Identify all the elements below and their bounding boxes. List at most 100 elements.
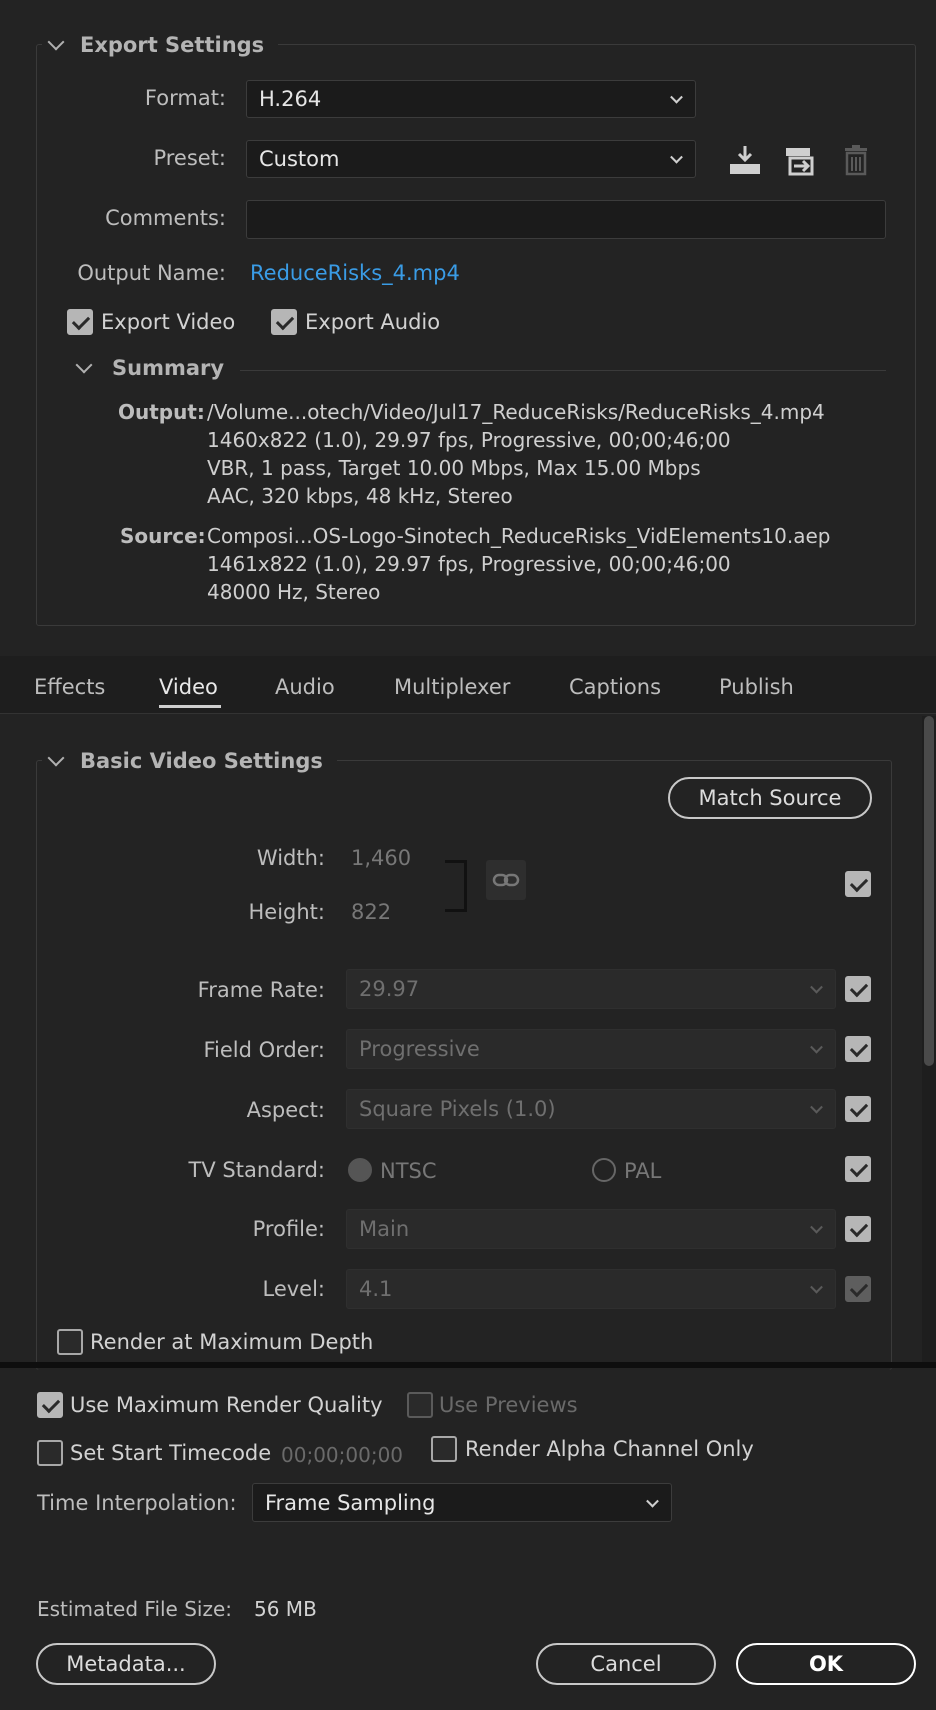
- delete-preset-icon[interactable]: [842, 144, 870, 176]
- summary-source-label: Source:: [120, 524, 206, 548]
- summary-output-line: 1460x822 (1.0), 29.97 fps, Progressive, …: [207, 428, 731, 452]
- tab-multiplexer[interactable]: Multiplexer: [394, 675, 510, 699]
- aspect-label: Aspect:: [246, 1098, 325, 1122]
- estimated-file-size-value: 56 MB: [254, 1597, 317, 1621]
- tv-standard-label: TV Standard:: [188, 1158, 325, 1182]
- metadata-button[interactable]: Metadata...: [36, 1643, 216, 1685]
- render-max-depth-checkbox[interactable]: [57, 1329, 83, 1355]
- chevron-down-icon: [810, 1100, 823, 1114]
- ntsc-label: NTSC: [380, 1159, 437, 1183]
- chevron-down-icon: [810, 1220, 823, 1234]
- tab-effects[interactable]: Effects: [34, 675, 105, 699]
- constrain-proportions-button[interactable]: [486, 860, 526, 900]
- export-settings-title: Export Settings: [80, 33, 265, 57]
- frame-rate-value: 29.97: [359, 977, 420, 1001]
- level-dropdown[interactable]: 4.1: [346, 1269, 836, 1309]
- field-order-checkbox[interactable]: [845, 1036, 871, 1062]
- aspect-checkbox[interactable]: [845, 1096, 871, 1122]
- time-interpolation-dropdown[interactable]: Frame Sampling: [252, 1483, 672, 1522]
- start-timecode-field[interactable]: 00;00;00;00: [281, 1443, 403, 1467]
- chevron-down-icon: [810, 980, 823, 994]
- comments-label: Comments:: [105, 206, 226, 230]
- summary-source-line: 48000 Hz, Stereo: [207, 580, 381, 604]
- frame-rate-checkbox[interactable]: [845, 976, 871, 1002]
- format-dropdown[interactable]: H.264: [246, 80, 696, 118]
- match-source-button[interactable]: Match Source: [668, 777, 872, 819]
- format-label: Format:: [144, 86, 226, 110]
- match-dimensions-checkbox[interactable]: [845, 871, 871, 897]
- output-name-label: Output Name:: [77, 261, 226, 285]
- summary-output-label: Output:: [118, 400, 205, 424]
- set-start-timecode-label: Set Start Timecode: [70, 1441, 272, 1465]
- render-max-depth-label: Render at Maximum Depth: [90, 1330, 374, 1354]
- tab-video-underline: [159, 705, 221, 708]
- width-label: Width:: [256, 846, 325, 870]
- chevron-down-icon: [810, 1040, 823, 1054]
- profile-value: Main: [359, 1217, 410, 1241]
- basic-video-settings-header[interactable]: Basic Video Settings: [42, 744, 337, 778]
- export-video-label: Export Video: [101, 310, 236, 334]
- summary-title: Summary: [112, 356, 225, 380]
- export-audio-label: Export Audio: [305, 310, 441, 334]
- summary-output-line: AAC, 320 kbps, 48 kHz, Stereo: [207, 484, 513, 508]
- panel-divider: [0, 1362, 936, 1368]
- use-previews-checkbox[interactable]: [407, 1392, 433, 1418]
- tab-captions[interactable]: Captions: [569, 675, 661, 699]
- frame-rate-dropdown[interactable]: 29.97: [346, 969, 836, 1009]
- chevron-down-icon: [75, 356, 93, 374]
- import-preset-icon[interactable]: [784, 144, 818, 176]
- scrollbar-thumb[interactable]: [924, 716, 934, 1066]
- use-max-render-quality-label: Use Maximum Render Quality: [70, 1393, 383, 1417]
- tab-audio[interactable]: Audio: [275, 675, 335, 699]
- output-name-link[interactable]: ReduceRisks_4.mp4: [250, 261, 460, 285]
- summary-output-line: /Volume...otech/Video/Jul17_ReduceRisks/…: [207, 400, 825, 424]
- ok-button[interactable]: OK: [736, 1643, 916, 1685]
- link-icon: [492, 873, 520, 887]
- profile-dropdown[interactable]: Main: [346, 1209, 836, 1249]
- level-checkbox[interactable]: [845, 1276, 871, 1302]
- frame-rate-label: Frame Rate:: [197, 978, 325, 1002]
- cancel-button[interactable]: Cancel: [536, 1643, 716, 1685]
- save-preset-icon[interactable]: [728, 144, 762, 176]
- export-video-checkbox[interactable]: [67, 309, 93, 335]
- chevron-down-icon: [47, 749, 65, 767]
- export-audio-checkbox[interactable]: [271, 309, 297, 335]
- profile-label: Profile:: [252, 1217, 325, 1241]
- level-label: Level:: [262, 1277, 325, 1301]
- aspect-dropdown[interactable]: Square Pixels (1.0): [346, 1089, 836, 1129]
- profile-checkbox[interactable]: [845, 1216, 871, 1242]
- summary-divider: [240, 370, 886, 371]
- dimension-bracket: [445, 860, 467, 912]
- format-value: H.264: [259, 87, 322, 111]
- tab-publish[interactable]: Publish: [719, 675, 794, 699]
- field-order-label: Field Order:: [203, 1038, 325, 1062]
- tab-video[interactable]: Video: [159, 675, 218, 699]
- chevron-down-icon: [810, 1280, 823, 1294]
- use-max-render-quality-checkbox[interactable]: [37, 1392, 63, 1418]
- field-order-value: Progressive: [359, 1037, 480, 1061]
- summary-output-line: VBR, 1 pass, Target 10.00 Mbps, Max 15.0…: [207, 456, 701, 480]
- preset-dropdown[interactable]: Custom: [246, 140, 696, 178]
- summary-header[interactable]: Summary: [75, 356, 225, 380]
- ntsc-radio[interactable]: [348, 1158, 372, 1182]
- estimated-file-size-label: Estimated File Size:: [37, 1597, 233, 1621]
- aspect-value: Square Pixels (1.0): [359, 1097, 556, 1121]
- pal-label: PAL: [624, 1159, 662, 1183]
- render-alpha-checkbox[interactable]: [431, 1436, 457, 1462]
- pal-radio[interactable]: [592, 1158, 616, 1182]
- width-value[interactable]: 1,460: [351, 846, 411, 870]
- use-previews-label: Use Previews: [439, 1393, 578, 1417]
- export-settings-header[interactable]: Export Settings: [42, 28, 279, 62]
- height-label: Height:: [248, 900, 326, 924]
- chevron-down-icon: [646, 1494, 659, 1508]
- comments-field[interactable]: [246, 200, 886, 239]
- set-start-timecode-checkbox[interactable]: [37, 1440, 63, 1466]
- height-value[interactable]: 822: [351, 900, 391, 924]
- field-order-dropdown[interactable]: Progressive: [346, 1029, 836, 1069]
- preset-label: Preset:: [153, 146, 226, 170]
- tv-standard-checkbox[interactable]: [845, 1156, 871, 1182]
- summary-source-line: Composi...OS-Logo-Sinotech_ReduceRisks_V…: [207, 524, 831, 548]
- chevron-down-icon: [670, 150, 683, 164]
- basic-video-settings-title: Basic Video Settings: [80, 749, 323, 773]
- summary-source-line: 1461x822 (1.0), 29.97 fps, Progressive, …: [207, 552, 731, 576]
